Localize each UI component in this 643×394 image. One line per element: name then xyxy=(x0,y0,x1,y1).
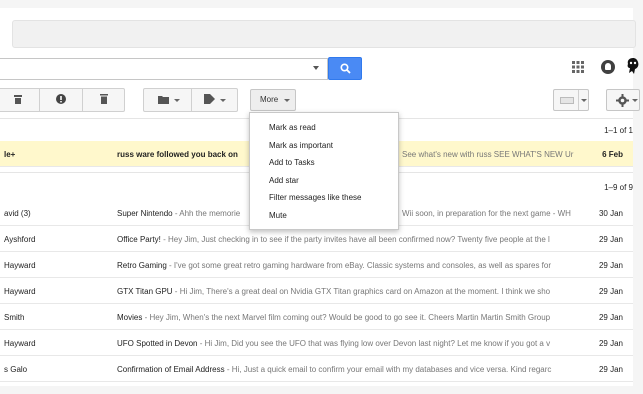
menu-item-add-star[interactable]: Add star xyxy=(269,176,299,185)
email-date: 30 Jan xyxy=(598,209,623,218)
chevron-down-icon xyxy=(632,99,638,102)
settings-button[interactable] xyxy=(606,89,640,111)
archive-button[interactable] xyxy=(0,89,39,111)
menu-item-mark-as-important[interactable]: Mark as important xyxy=(269,141,333,150)
search-button[interactable] xyxy=(328,57,362,80)
email-row[interactable]: Hayward GTX Titan GPU - Hi Jim, There's … xyxy=(0,278,633,304)
email-date: 29 Jan xyxy=(598,313,623,322)
gear-icon xyxy=(616,94,629,107)
email-sender: Ayshford xyxy=(4,235,36,244)
email-snippet: - Hey Jim, When's the next Marvel film c… xyxy=(142,313,551,322)
trash-icon xyxy=(100,94,108,104)
email-snippet: See what's new with russ SEE WHAT'S NEW … xyxy=(402,150,574,159)
email-subject-text: Confirmation of Email Address xyxy=(117,365,225,374)
email-subject-text: Office Party! xyxy=(117,235,161,244)
email-subject: Retro Gaming - I've got some great retro… xyxy=(117,261,582,270)
email-subject: Super Nintendo - Ahh the memorie xyxy=(117,209,252,218)
menu-item-filter-messages[interactable]: Filter messages like these xyxy=(269,193,361,202)
archive-icon xyxy=(14,95,22,104)
folder-icon xyxy=(158,96,169,104)
email-sender: Hayward xyxy=(4,287,36,296)
avatar[interactable] xyxy=(625,56,641,76)
labels-button[interactable] xyxy=(192,89,238,111)
chevron-down-icon xyxy=(581,99,587,102)
chevron-down-icon xyxy=(220,99,226,102)
more-actions-menu: Mark as read Mark as important Add to Ta… xyxy=(249,112,399,230)
email-subject-text: russ ware followed you back on xyxy=(117,150,238,159)
email-date: 29 Jan xyxy=(598,339,623,348)
email-subject-text: Retro Gaming xyxy=(117,261,167,270)
search-input[interactable] xyxy=(0,58,328,80)
report-spam-icon xyxy=(56,94,66,104)
email-sender: Hayward xyxy=(4,261,36,270)
email-date: 29 Jan xyxy=(598,365,623,374)
menu-item-mark-as-read[interactable]: Mark as read xyxy=(269,123,316,132)
tag-icon xyxy=(204,94,215,104)
input-tools-button[interactable] xyxy=(553,89,589,111)
email-subject: UFO Spotted in Devon - Hi Jim, Did you s… xyxy=(117,339,582,348)
toolbar-divider xyxy=(578,90,579,110)
email-snippet: - I've got some great retro gaming hardw… xyxy=(166,261,551,270)
email-snippet-continued: Wii soon, in preparation for the next ga… xyxy=(402,209,571,218)
more-button-label: More xyxy=(260,95,279,104)
report-spam-button[interactable] xyxy=(40,89,82,111)
section-count-top: 1–1 of 1 xyxy=(604,126,633,135)
search-icon xyxy=(340,63,351,74)
email-row[interactable]: Hayward UFO Spotted in Devon - Hi Jim, D… xyxy=(0,330,633,356)
email-sender: s Galo xyxy=(4,365,28,374)
email-date: 29 Jan xyxy=(598,261,623,270)
email-subject: Office Party! - Hey Jim, Just checking i… xyxy=(117,235,582,244)
email-snippet: - Hi Jim, There's a great deal on Nvidia… xyxy=(172,287,551,296)
email-sender: Smith xyxy=(4,313,25,322)
email-date: 29 Jan xyxy=(598,287,623,296)
more-button[interactable]: More xyxy=(250,89,296,111)
organize-button-group xyxy=(143,88,238,112)
bottom-border xyxy=(0,386,643,394)
email-subject: GTX Titan GPU - Hi Jim, There's a great … xyxy=(117,287,582,296)
email-snippet: - Hi Jim, Did you see the UFO that was f… xyxy=(197,339,551,348)
email-row[interactable]: Smith Movies - Hey Jim, When's the next … xyxy=(0,304,633,330)
gmail-window: More 1–1 of 1 le+ russ ware followed you… xyxy=(0,0,643,394)
move-to-button[interactable] xyxy=(144,89,191,111)
email-snippet: - Hi, Just a quick email to confirm your… xyxy=(224,365,552,374)
delete-button[interactable] xyxy=(83,89,125,111)
chevron-down-icon xyxy=(284,99,290,102)
notifications-icon[interactable] xyxy=(601,60,615,74)
email-sender: Hayward xyxy=(4,339,36,348)
email-subject-text: GTX Titan GPU xyxy=(117,287,173,296)
email-subject-text: Movies xyxy=(117,313,143,322)
top-border xyxy=(0,0,643,8)
chevron-down-icon xyxy=(174,99,180,102)
email-snippet: - Hey Jim, Just checking in to see if th… xyxy=(160,235,550,244)
section-count-bottom: 1–9 of 9 xyxy=(604,183,633,192)
email-row[interactable]: Hayward Retro Gaming - I've got some gre… xyxy=(0,252,633,278)
menu-item-add-to-tasks[interactable]: Add to Tasks xyxy=(269,158,315,167)
email-subject: Confirmation of Email Address - Hi, Just… xyxy=(117,365,582,374)
menu-item-mute[interactable]: Mute xyxy=(269,211,287,220)
email-subject: Movies - Hey Jim, When's the next Marvel… xyxy=(117,313,582,322)
apps-grid-icon[interactable] xyxy=(572,61,584,73)
search-options-dropdown-icon[interactable] xyxy=(313,66,319,70)
email-subject-text: Super Nintendo xyxy=(117,209,173,218)
email-sender: avid (3) xyxy=(4,209,31,218)
action-button-group xyxy=(0,88,125,112)
email-row[interactable]: s Galo Confirmation of Email Address - H… xyxy=(0,356,633,382)
keyboard-icon xyxy=(560,97,574,104)
email-date: 6 Feb xyxy=(602,150,623,159)
email-date: 29 Jan xyxy=(598,235,623,244)
email-subject-text: UFO Spotted in Devon xyxy=(117,339,198,348)
address-bar[interactable] xyxy=(12,20,636,48)
email-snippet: - Ahh the memorie xyxy=(172,209,241,218)
email-sender: le+ xyxy=(4,150,16,159)
